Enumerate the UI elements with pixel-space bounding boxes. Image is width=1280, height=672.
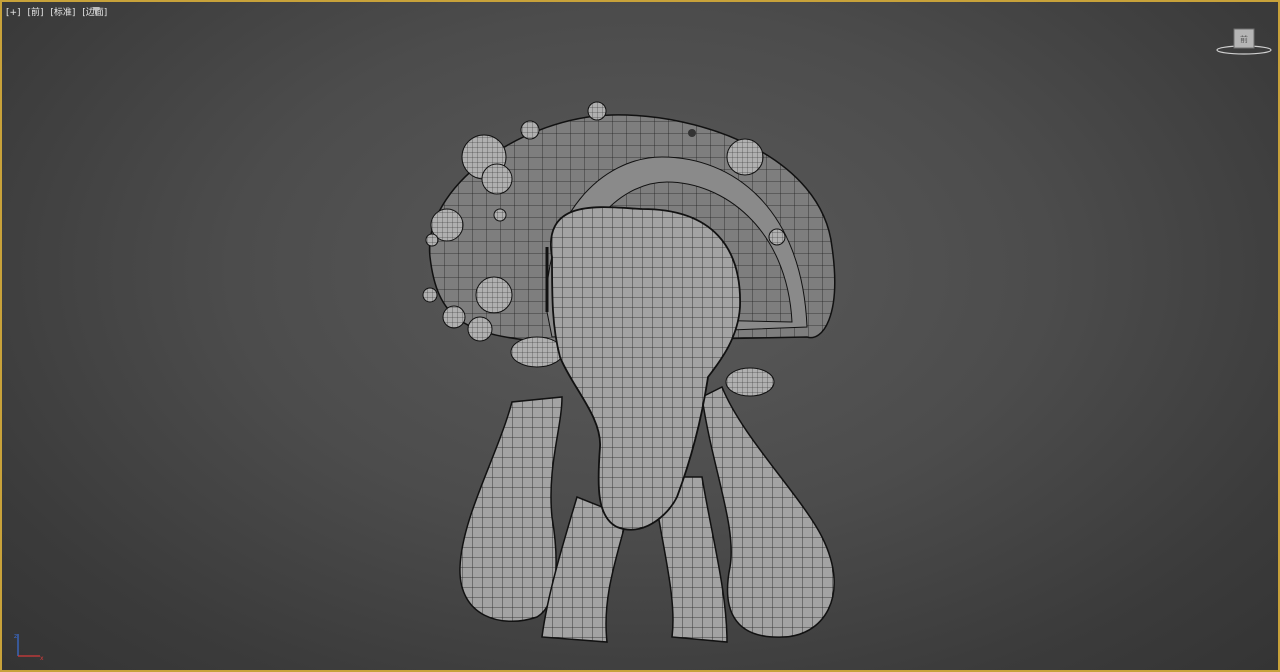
mushroom-creature-mesh[interactable] [402,97,872,652]
svg-text:x: x [40,655,44,662]
viewcube[interactable]: 前 [1214,26,1274,56]
front-viewport[interactable]: [+] [前] [标准] [边面] 前 z x [0,0,1280,672]
filter-icon[interactable] [91,6,101,16]
creature-body [545,206,741,531]
axis-gizmo-icon: z x [14,633,44,662]
viewport-view-label[interactable]: [前] [27,8,43,18]
viewport-plus-menu[interactable]: [+] [6,8,21,18]
svg-text:z: z [14,633,17,640]
viewport-shading-label[interactable]: [标准] [50,8,75,18]
viewcube-face-label: 前 [1240,34,1248,44]
